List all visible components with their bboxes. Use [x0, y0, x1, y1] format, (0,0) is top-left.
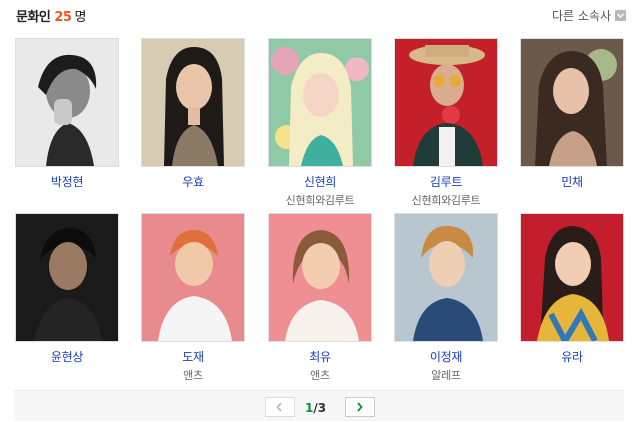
pagination: 1/3 — [14, 390, 624, 421]
person-card: 유라 — [520, 213, 624, 365]
person-name[interactable]: 윤현상 — [15, 348, 119, 365]
person-name[interactable]: 김루트 — [394, 173, 498, 190]
person-name[interactable]: 신현희 — [268, 173, 372, 190]
person-photo[interactable] — [141, 213, 245, 342]
person-card: 김루트 신현희와김루트 — [394, 38, 498, 208]
person-group[interactable]: 앤츠 — [141, 367, 245, 383]
person-photo[interactable] — [268, 213, 372, 342]
person-photo[interactable] — [394, 213, 498, 342]
person-photo[interactable] — [520, 38, 624, 167]
person-card: 민채 — [520, 38, 624, 190]
person-card: 이정재 알레프 — [394, 213, 498, 383]
page-title: 문화인 25 명 — [16, 6, 86, 25]
person-group[interactable]: 신현희와김루트 — [268, 192, 372, 208]
title-text: 문화인 — [16, 10, 51, 25]
person-card: 박정현 — [15, 38, 119, 190]
other-agency-link[interactable]: 다른 소속사 — [552, 7, 626, 24]
person-name[interactable]: 민채 — [520, 173, 624, 190]
person-photo[interactable] — [15, 38, 119, 167]
person-photo[interactable] — [141, 38, 245, 167]
chevron-left-icon — [276, 402, 282, 412]
chevron-down-icon — [615, 10, 626, 21]
person-card: 신현희 신현희와김루트 — [268, 38, 372, 208]
person-card: 우효 — [141, 38, 245, 190]
person-card: 도재 앤츠 — [141, 213, 245, 383]
other-agency-label: 다른 소속사 — [551, 9, 611, 23]
person-card: 윤현상 — [15, 213, 119, 365]
person-photo[interactable] — [520, 213, 624, 342]
chevron-right-icon — [357, 402, 363, 412]
person-name[interactable]: 박정현 — [15, 173, 119, 190]
header: 문화인 25 명 다른 소속사 — [16, 6, 626, 26]
person-name[interactable]: 도재 — [141, 348, 245, 365]
person-photo[interactable] — [15, 213, 119, 342]
person-group[interactable]: 신현희와김루트 — [394, 192, 498, 208]
page-indicator: 1/3 — [305, 401, 326, 415]
person-group[interactable]: 앤츠 — [268, 367, 372, 383]
person-photo[interactable] — [268, 38, 372, 167]
person-group[interactable]: 알레프 — [394, 367, 498, 383]
person-card: 최유 앤츠 — [268, 213, 372, 383]
next-page-button[interactable] — [345, 397, 375, 417]
count-number: 25 — [54, 10, 72, 25]
total-pages: 3 — [317, 401, 327, 415]
person-name[interactable]: 이정재 — [394, 348, 498, 365]
person-name[interactable]: 우효 — [141, 173, 245, 190]
count-unit: 명 — [74, 10, 86, 25]
prev-page-button[interactable] — [265, 397, 295, 417]
person-name[interactable]: 최유 — [268, 348, 372, 365]
person-name[interactable]: 유라 — [520, 348, 624, 365]
person-photo[interactable] — [394, 38, 498, 167]
